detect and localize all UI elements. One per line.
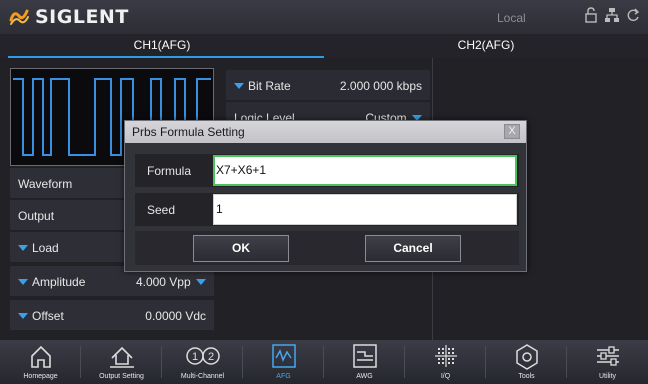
channel-tabs: CH1(AFG) CH2(AFG) <box>0 34 648 58</box>
nav-label: Utility <box>598 373 617 380</box>
waveform-label: Waveform <box>18 177 73 191</box>
awg-icon <box>352 344 377 368</box>
nav-label: Homepage <box>23 373 58 380</box>
nav-multi-channel[interactable]: 12 Multi-Channel <box>162 340 243 384</box>
remote-mode-status: Local <box>497 11 526 25</box>
dropdown-arrow-icon <box>18 245 28 251</box>
seed-row: Seed 1 <box>135 193 519 226</box>
svg-text:1: 1 <box>192 351 198 363</box>
dialog-button-row: OK Cancel <box>135 231 519 265</box>
formula-input[interactable]: X7+X6+1 <box>213 155 517 186</box>
nav-label: AWG <box>356 373 373 380</box>
ok-button[interactable]: OK <box>193 235 289 262</box>
nav-output-setting[interactable]: Output Setting <box>81 340 162 384</box>
afg-wave-icon <box>271 344 296 368</box>
nav-iq[interactable]: I/Q <box>405 340 486 384</box>
output-label: Output <box>18 209 55 223</box>
utility-icon <box>596 346 619 366</box>
offset-value: 0.0000 Vdc <box>145 309 206 323</box>
nav-label: Output Setting <box>99 373 144 380</box>
tab-ch2[interactable]: CH2(AFG) <box>324 34 648 58</box>
offset-row[interactable]: Offset 0.0000 Vdc <box>10 300 214 330</box>
nav-label: Tools <box>518 373 535 380</box>
seed-input[interactable]: 1 <box>213 194 517 225</box>
close-button[interactable]: X <box>504 124 520 139</box>
network-icon[interactable] <box>604 7 620 23</box>
bit-rate-label: Bit Rate <box>248 79 291 93</box>
tools-icon <box>515 344 538 370</box>
brand-name: SIGLENT <box>35 6 129 28</box>
iq-icon <box>434 345 457 367</box>
multi-channel-icon: 12 <box>185 347 220 365</box>
dialog-title: Prbs Formula Setting <box>132 125 245 139</box>
nav-afg[interactable]: AFG <box>243 340 324 384</box>
dialog-title-bar: Prbs Formula Setting X <box>125 121 526 143</box>
bit-rate-value: 2.000 000 kbps <box>339 79 422 93</box>
refresh-icon[interactable] <box>626 7 640 23</box>
nav-tools[interactable]: Tools <box>486 340 567 384</box>
seed-label: Seed <box>147 203 176 217</box>
dropdown-arrow-icon <box>234 83 244 89</box>
tab-ch1[interactable]: CH1(AFG) <box>0 34 324 58</box>
dropdown-arrow-icon <box>18 279 28 285</box>
nav-label: AFG <box>276 373 291 380</box>
bottom-nav: Homepage Output Setting 12 Multi-Channel… <box>0 340 648 384</box>
nav-awg[interactable]: AWG <box>324 340 405 384</box>
dropdown-arrow-icon <box>18 313 28 319</box>
unlock-icon[interactable] <box>584 7 598 23</box>
bit-rate-row[interactable]: Bit Rate 2.000 000 kbps <box>226 70 430 100</box>
load-label: Load <box>32 241 59 255</box>
unit-dropdown-icon[interactable] <box>196 279 206 285</box>
prbs-formula-dialog: Prbs Formula Setting X Formula X7+X6+1 S… <box>124 120 527 272</box>
amplitude-value: 4.000 Vpp <box>135 275 191 289</box>
offset-label: Offset <box>32 309 64 323</box>
home-icon <box>30 345 51 368</box>
top-status-bar: SIGLENT Local <box>0 0 648 34</box>
formula-label: Formula <box>147 164 192 178</box>
amplitude-label: Amplitude <box>32 275 86 289</box>
siglent-logo: SIGLENT <box>8 5 129 29</box>
svg-text:2: 2 <box>208 351 214 363</box>
output-setting-icon <box>109 346 134 368</box>
cancel-button[interactable]: Cancel <box>365 235 461 262</box>
nav-homepage[interactable]: Homepage <box>0 340 81 384</box>
nav-label: I/Q <box>440 373 451 380</box>
formula-row: Formula X7+X6+1 <box>135 154 519 187</box>
siglent-logo-icon <box>8 6 30 28</box>
nav-utility[interactable]: Utility <box>567 340 648 384</box>
nav-label: Multi-Channel <box>180 373 225 380</box>
